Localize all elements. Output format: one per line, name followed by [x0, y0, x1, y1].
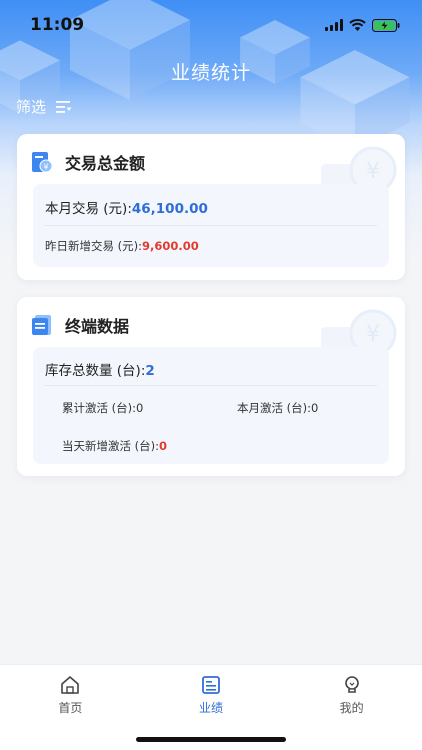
svg-text:¥: ¥ — [43, 163, 48, 172]
stock-label: 库存总数量 (台): — [45, 363, 146, 379]
tab-mine-label: 我的 — [339, 701, 364, 715]
signal-icon — [325, 19, 343, 31]
home-icon — [61, 676, 80, 694]
monthly-transaction-row: 本月交易 (元):46,100.00 — [45, 197, 208, 217]
receipt-icon — [202, 676, 220, 694]
filter-button[interactable]: 筛选 — [16, 96, 72, 117]
tab-home-label: 首页 — [58, 701, 83, 715]
today-activated-value: 0 — [159, 439, 168, 453]
tab-mine[interactable]: 我的 — [281, 665, 422, 750]
svg-text:¥: ¥ — [366, 159, 380, 184]
document-icon — [32, 315, 51, 335]
terminal-card: ¥ 终端数据 库存总数量 (台):2 累计激活 (台):0 本月激活 (台):0… — [17, 297, 405, 476]
transaction-card-title: 交易总金额 — [65, 154, 146, 173]
today-activated-row: 当天新增激活 (台):0 — [62, 438, 167, 454]
total-activated-row: 累计激活 (台):0 — [62, 400, 143, 416]
month-activated-row: 本月激活 (台):0 — [237, 400, 318, 416]
monthly-transaction-value: 46,100.00 — [131, 201, 208, 217]
yesterday-transaction-row: 昨日新增交易 (元):9,600.00 — [45, 238, 199, 254]
tab-home[interactable]: 首页 — [0, 665, 141, 750]
yesterday-transaction-label: 昨日新增交易 (元): — [45, 239, 143, 253]
page-title: 业绩统计 — [170, 62, 251, 84]
total-activated-label: 累计激活 (台): — [62, 401, 137, 415]
tab-performance-label: 业绩 — [199, 701, 224, 715]
month-activated-label: 本月激活 (台): — [237, 401, 312, 415]
total-activated-value: 0 — [136, 401, 144, 415]
month-activated-value: 0 — [311, 401, 319, 415]
bulb-icon — [344, 676, 359, 693]
status-bar: 11:09 — [0, 0, 422, 50]
today-activated-label: 当天新增激活 (台): — [62, 439, 160, 453]
status-time: 11:09 — [30, 15, 85, 35]
transaction-card: ¥ ¥ 交易总金额 本月交易 (元):46,100.00 昨日新增交易 (元):… — [17, 134, 405, 280]
divider — [45, 385, 377, 386]
stock-row: 库存总数量 (台):2 — [45, 359, 155, 379]
status-icons — [325, 18, 400, 32]
stock-value: 2 — [145, 363, 155, 379]
home-indicator — [136, 737, 286, 742]
svg-text:¥: ¥ — [366, 322, 380, 347]
terminal-card-title: 终端数据 — [65, 317, 130, 336]
monthly-transaction-label: 本月交易 (元): — [45, 201, 132, 217]
battery-icon — [372, 18, 400, 32]
wallet-icon: ¥ — [32, 152, 53, 173]
filter-icon — [56, 100, 72, 113]
filter-label: 筛选 — [16, 98, 47, 116]
yesterday-transaction-value: 9,600.00 — [142, 239, 199, 253]
divider — [45, 225, 377, 226]
wifi-icon — [349, 19, 366, 31]
